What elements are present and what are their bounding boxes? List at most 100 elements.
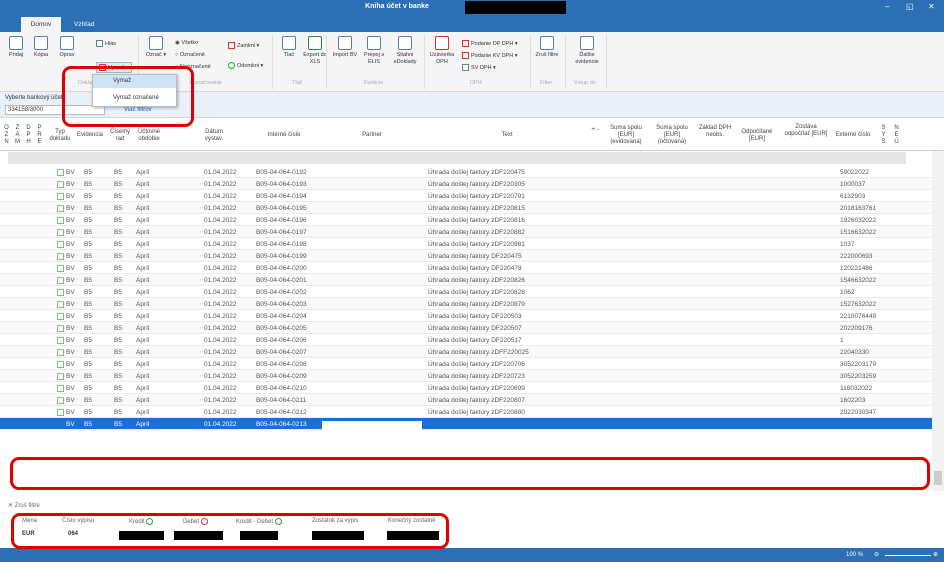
col-typ[interactable]: Typ dokladu: [48, 129, 72, 143]
checkbox[interactable]: [57, 265, 64, 272]
col-plusminus[interactable]: + -: [590, 127, 600, 134]
vertical-scrollbar[interactable]: [932, 151, 944, 491]
cell-rad: B5: [114, 325, 122, 332]
checkbox[interactable]: [57, 313, 64, 320]
col-suma-evidovana[interactable]: Suma spolu [EUR] (evidovaná): [604, 125, 648, 146]
col-ozn[interactable]: OZN: [3, 125, 10, 146]
minimize-icon[interactable]: ‒: [885, 2, 889, 11]
checkbox[interactable]: [57, 373, 64, 380]
col-suma-uctovana[interactable]: Suma spolu [EUR] (účtovaná): [650, 125, 694, 146]
table-row[interactable]: BV B5 B5 Apríl 01.04.2022 B05-04-064-0199 Úhra…: [0, 250, 932, 262]
checkbox[interactable]: [57, 229, 64, 236]
pridaj-button[interactable]: Pridaj: [5, 36, 27, 59]
table-row[interactable]: BV B5 B5 Apríl 01.04.2022 B05-04-064-0205 Úhra…: [0, 322, 932, 334]
scrollbar-thumb[interactable]: [934, 471, 942, 485]
col-zostava[interactable]: Zostáva odpočítať [EUR]: [784, 124, 828, 138]
table-row[interactable]: BV B5 B5 Apríl 01.04.2022 B05-04-064-0201 Úhra…: [0, 274, 932, 286]
col-dph[interactable]: DPH: [25, 125, 32, 146]
col-partner[interactable]: Partner: [322, 132, 422, 139]
import-bv-button[interactable]: Import BV: [331, 36, 359, 59]
tab-vzhlad[interactable]: Vzhľad: [66, 17, 102, 32]
zoom-slider[interactable]: [885, 555, 931, 556]
table-row[interactable]: BV B5 B5 Apríl 01.04.2022 B05-04-064-0193 Úhra…: [0, 178, 932, 190]
col-interne-cislo[interactable]: Interné číslo: [248, 132, 320, 139]
col-odpocitane[interactable]: Odpočítané [EUR]: [734, 129, 780, 143]
sv-dph-button[interactable]: SV DPH ▾: [462, 64, 496, 71]
checkbox[interactable]: [57, 301, 64, 308]
table-row[interactable]: BV B5 B5 Apríl 01.04.2022 B05-04-064-0198 Úhra…: [0, 238, 932, 250]
table-row[interactable]: BV B5 B5 Apríl 01.04.2022 B05-04-064-0194 Úhra…: [0, 190, 932, 202]
checkbox[interactable]: [57, 181, 64, 188]
selected-table-row[interactable]: BV B5 B5 Apríl 01.04.2022 B05-04-064-0213: [0, 418, 932, 431]
close-icon[interactable]: ✕: [928, 2, 935, 11]
col-sys[interactable]: SYS: [880, 125, 887, 146]
col-zaklad-dph[interactable]: Základ DPH neobs.: [697, 125, 733, 139]
checkbox[interactable]: [57, 289, 64, 296]
col-pre[interactable]: PRE: [36, 125, 43, 146]
opravit-button[interactable]: Oprav: [56, 36, 78, 59]
table-row[interactable]: BV B5 B5 Apríl 01.04.2022 B05-04-064-0211 Úhra…: [0, 394, 932, 406]
checkbox[interactable]: [57, 325, 64, 332]
table-row[interactable]: BV B5 B5 Apríl 01.04.2022 B05-04-064-0200 Úhra…: [0, 262, 932, 274]
col-text[interactable]: Text: [425, 132, 589, 139]
table-row[interactable]: BV B5 B5 Apríl 01.04.2022 B05-04-064-0209 Úhra…: [0, 370, 932, 382]
col-externe-cislo[interactable]: Externé číslo: [830, 132, 876, 139]
col-evidencia[interactable]: Evidencia: [75, 132, 105, 139]
table-row[interactable]: BV B5 B5 Apríl 01.04.2022 B05-04-064-0212 Úhra…: [0, 406, 932, 418]
hlas-button[interactable]: Hlás: [96, 40, 116, 47]
zamkni-button[interactable]: Zamkni ▾: [228, 42, 259, 49]
col-zam[interactable]: ZAM: [14, 125, 21, 146]
table-row[interactable]: BV B5 B5 Apríl 01.04.2022 B05-04-064-0196 Úhra…: [0, 214, 932, 226]
table-row[interactable]: BV B5 B5 Apríl 01.04.2022 B05-04-064-0208 Úhra…: [0, 358, 932, 370]
cell-typ: BV: [66, 373, 75, 380]
table-row[interactable]: BV B5 B5 Apríl 01.04.2022 B05-04-064-0207 Úhra…: [0, 346, 932, 358]
col-datum[interactable]: Dátum vystav.: [196, 129, 232, 143]
restore-icon[interactable]: ◱: [906, 2, 914, 11]
zoom-out-icon[interactable]: ⊖: [874, 551, 879, 558]
table-row[interactable]: BV B5 B5 Apríl 01.04.2022 B05-04-064-0204 Úhra…: [0, 310, 932, 322]
table-row[interactable]: BV B5 B5 Apríl 01.04.2022 B05-04-064-0206 Úhra…: [0, 334, 932, 346]
table-row[interactable]: BV B5 B5 Apríl 01.04.2022 B05-04-064-0195 Úhra…: [0, 202, 932, 214]
tlac-button[interactable]: Tlač: [278, 36, 300, 59]
tab-domov[interactable]: Domov: [21, 17, 61, 32]
partner-edit-box[interactable]: [322, 421, 422, 431]
checkbox[interactable]: [57, 385, 64, 392]
checkbox[interactable]: [57, 205, 64, 212]
checkbox[interactable]: [57, 217, 64, 224]
col-neu[interactable]: NEÚ: [893, 125, 900, 146]
radio-vsetko[interactable]: ◉ Všetko: [175, 40, 198, 46]
odomkni-button[interactable]: Odomkni ▾: [228, 62, 263, 69]
checkbox[interactable]: [57, 241, 64, 248]
table-row[interactable]: BV B5 B5 Apríl 01.04.2022 B05-04-064-0203 Úhra…: [0, 298, 932, 310]
table-row[interactable]: BV B5 B5 Apríl 01.04.2022 B05-04-064-0192 Úhra…: [0, 166, 932, 178]
zrus-filtre-button[interactable]: Zruš filtre: [534, 36, 560, 59]
uzavierka-dph-button[interactable]: Uzávierka DPH: [428, 36, 456, 65]
checkbox[interactable]: [57, 337, 64, 344]
podanie-kv-button[interactable]: Podanie KV DPH ▾: [462, 52, 518, 59]
stiahni-edoklady-button[interactable]: Stiahni eDoklady: [388, 36, 422, 65]
prepoj-elis-button[interactable]: Prepoj s ELIS: [362, 36, 386, 65]
dalsie-evidencie-button[interactable]: Ďalšie evidencie: [572, 36, 602, 65]
zrus-filtre-link[interactable]: ✕ Zruš filtre: [8, 502, 40, 509]
export-xls-button[interactable]: Export do XLS: [302, 36, 328, 65]
col-ciselny-rad[interactable]: Číselný rad: [107, 129, 133, 143]
checkbox[interactable]: [57, 361, 64, 368]
kopia-button[interactable]: Kópia: [30, 36, 52, 59]
zoom-in-icon[interactable]: ⊕: [933, 551, 938, 558]
podanie-dp-button[interactable]: Podanie DP DPH ▾: [462, 40, 518, 47]
checkbox[interactable]: [57, 193, 64, 200]
table-row[interactable]: BV B5 B5 Apríl 01.04.2022 B05-04-064-0202 Úhra…: [0, 286, 932, 298]
checkbox[interactable]: [57, 349, 64, 356]
checkbox[interactable]: [57, 253, 64, 260]
table-row[interactable]: BV B5 B5 Apríl 01.04.2022 B05-04-064-0210 Úhra…: [0, 382, 932, 394]
oznac-button[interactable]: Označ ▾: [145, 36, 167, 59]
table-row[interactable]: BV B5 B5 Apríl 01.04.2022 B05-04-064-0197 Úhra…: [0, 226, 932, 238]
checkbox[interactable]: [57, 277, 64, 284]
checkbox[interactable]: [57, 409, 64, 416]
col-uctovne-obdobie[interactable]: Účtovné obdobie: [134, 129, 164, 143]
submit-icon: [462, 40, 469, 47]
grid-filter-row[interactable]: [8, 152, 906, 164]
radio-oznacene[interactable]: ○ Označené: [175, 52, 205, 58]
checkbox[interactable]: [57, 397, 64, 404]
checkbox[interactable]: [57, 169, 64, 176]
